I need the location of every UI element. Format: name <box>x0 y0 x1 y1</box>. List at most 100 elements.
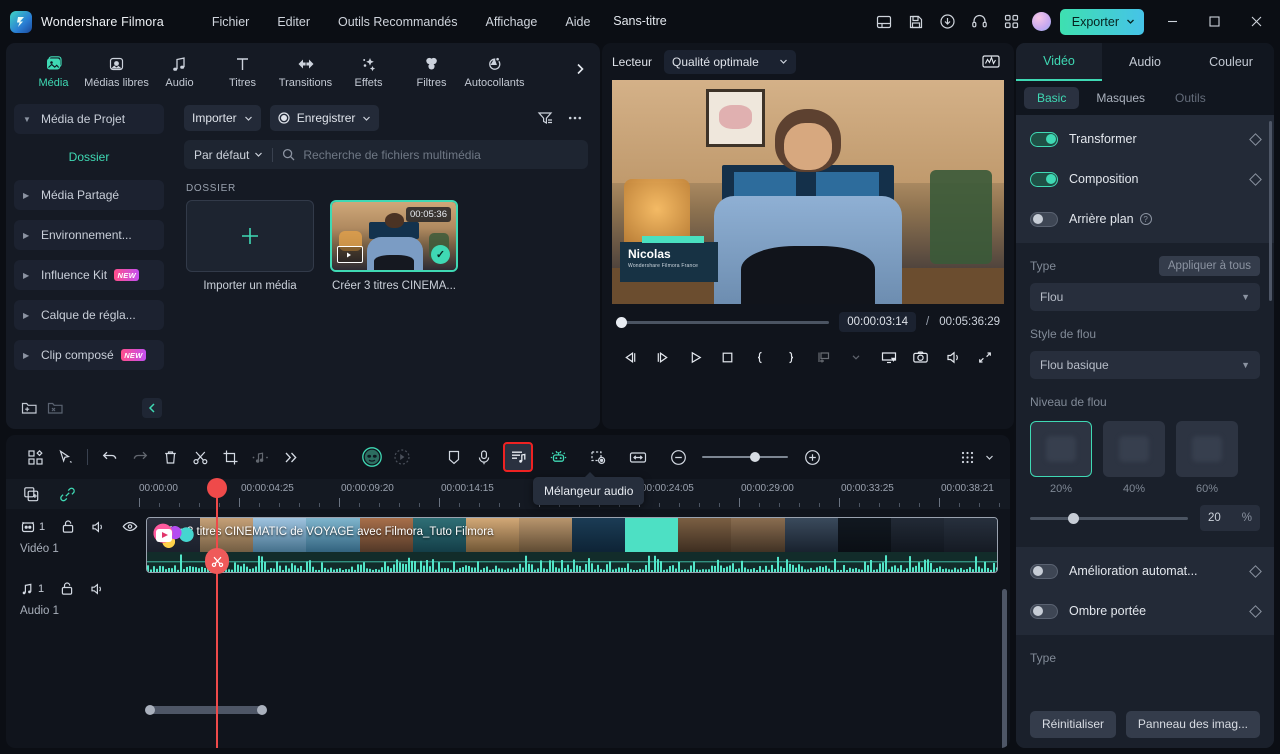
nav-more-chevron-right-icon[interactable] <box>570 59 590 79</box>
more-options-icon[interactable] <box>562 105 588 131</box>
undo-button[interactable] <box>95 442 125 472</box>
nav-tab-audio[interactable]: Audio <box>148 51 211 89</box>
timeline-ruler[interactable]: 00:00:00 00:00:04:25 00:00:09:20 00:00:1… <box>6 479 1010 509</box>
sidebar-item-clip-compose[interactable]: ▶ Clip composé NEW <box>14 340 164 370</box>
sidebar-item-influence-kit[interactable]: ▶ Influence Kit NEW <box>14 260 164 290</box>
selection-tool-button[interactable] <box>50 442 80 472</box>
filter-icon[interactable] <box>532 105 558 131</box>
keyframe-screenshot-button[interactable] <box>583 442 613 472</box>
sidebar-folder-dossier[interactable]: Dossier <box>14 144 164 170</box>
zoom-in-button[interactable] <box>797 442 827 472</box>
template-grid-button[interactable] <box>20 442 50 472</box>
timeline-horizontal-scrollbar[interactable] <box>145 705 267 715</box>
delete-folder-icon[interactable] <box>42 396 68 420</box>
save-icon[interactable] <box>901 7 931 37</box>
track-lock-icon[interactable] <box>60 581 74 596</box>
apply-to-all-button[interactable]: Appliquer à tous <box>1158 256 1260 276</box>
delete-button[interactable] <box>155 442 185 472</box>
crop-button[interactable] <box>215 442 245 472</box>
slider-handle[interactable] <box>1067 512 1079 524</box>
nav-tab-effets[interactable]: Effets <box>337 51 400 89</box>
keyframe-diamond-icon[interactable] <box>1249 604 1262 618</box>
keyframe-diamond-icon[interactable] <box>1249 132 1262 146</box>
mark-in-button[interactable] <box>745 343 774 371</box>
add-track-button[interactable] <box>20 483 42 505</box>
mark-out-button[interactable] <box>777 343 806 371</box>
tab-audio[interactable]: Audio <box>1102 43 1188 81</box>
preview-screen[interactable]: Nicolas Wondershare Filmora France <box>612 80 1004 304</box>
voiceover-button[interactable] <box>469 442 499 472</box>
media-card-thumb[interactable]: 00:05:36 ✓ <box>330 200 458 272</box>
user-avatar[interactable] <box>1031 12 1051 31</box>
menu-editer[interactable]: Editer <box>263 10 324 34</box>
auto-enhance-toggle[interactable] <box>1030 563 1058 579</box>
zoom-slider-handle[interactable] <box>750 451 760 462</box>
zoom-slider[interactable] <box>702 451 788 462</box>
ai-tools-button[interactable] <box>543 442 573 472</box>
stop-button[interactable] <box>713 343 742 371</box>
properties-scrollbar[interactable] <box>1269 121 1272 301</box>
nav-tab-autocollants[interactable]: Autocollants <box>463 51 526 89</box>
display-mode-button[interactable] <box>874 343 903 371</box>
maximize-button[interactable] <box>1194 0 1234 43</box>
search-input[interactable] <box>303 147 578 162</box>
apps-grid-icon[interactable] <box>997 7 1027 37</box>
tab-video[interactable]: Vidéo <box>1016 43 1102 81</box>
track-mute-icon[interactable] <box>90 582 105 596</box>
background-type-select[interactable]: Flou ▼ <box>1030 283 1260 311</box>
quality-select[interactable]: Qualité optimale <box>664 49 796 74</box>
playhead-handle[interactable] <box>207 478 227 498</box>
sidebar-item-media-partage[interactable]: ▶ Média Partagé <box>14 180 164 210</box>
new-folder-icon[interactable] <box>16 396 42 420</box>
layout-icon[interactable] <box>869 7 899 37</box>
ai-smart-button[interactable] <box>357 442 387 472</box>
nav-tab-titres[interactable]: Titres <box>211 51 274 89</box>
help-icon[interactable]: ? <box>1139 213 1152 225</box>
cloud-upload-icon[interactable] <box>933 7 963 37</box>
media-card-video[interactable]: 00:05:36 ✓ Créer 3 titres CINEMA... <box>330 200 458 292</box>
fullscreen-button[interactable] <box>971 343 1000 371</box>
blur-preset-20[interactable]: 20% <box>1030 421 1092 495</box>
zoom-out-button[interactable] <box>663 442 693 472</box>
record-button[interactable]: Enregistrer <box>269 105 380 131</box>
audio-detach-button[interactable] <box>245 442 275 472</box>
seek-slider[interactable] <box>616 316 830 328</box>
timeline-playhead[interactable] <box>205 478 229 748</box>
import-button[interactable]: Importer <box>184 105 261 131</box>
menu-fichier[interactable]: Fichier <box>198 10 264 34</box>
timeline-clip-video[interactable]: Créer 3 titres CINEMATIC de VOYAGE avec … <box>146 517 998 573</box>
support-headset-icon[interactable] <box>965 7 995 37</box>
scope-waveform-icon[interactable] <box>978 49 1004 75</box>
menu-affichage[interactable]: Affichage <box>471 10 551 34</box>
nav-tab-transitions[interactable]: Transitions <box>274 51 337 89</box>
nav-tab-medias-libres[interactable]: Médias libres <box>84 51 149 89</box>
sort-order-select[interactable]: Par défaut <box>194 148 263 162</box>
blur-style-select[interactable]: Flou basique ▼ <box>1030 351 1260 379</box>
audio-mixer-button[interactable] <box>503 442 533 472</box>
transformer-toggle[interactable] <box>1030 131 1058 147</box>
next-frame-button[interactable] <box>648 343 677 371</box>
keyframe-panel-button[interactable]: Panneau des imag... <box>1125 710 1260 738</box>
seek-handle[interactable] <box>616 316 627 328</box>
export-frame-dropdown[interactable] <box>842 343 871 371</box>
tab-couleur[interactable]: Couleur <box>1188 43 1274 81</box>
drop-shadow-toggle[interactable] <box>1030 603 1058 619</box>
close-button[interactable] <box>1236 0 1276 43</box>
subtab-outils[interactable]: Outils <box>1162 87 1219 109</box>
collapse-sidebar-button[interactable] <box>142 398 162 418</box>
play-button[interactable] <box>681 343 710 371</box>
sidebar-item-calque-de-reglage[interactable]: ▶ Calque de régla... <box>14 300 164 330</box>
color-match-button[interactable] <box>387 442 417 472</box>
sidebar-item-environnement[interactable]: ▶ Environnement... <box>14 220 164 250</box>
menu-aide[interactable]: Aide <box>551 10 604 34</box>
fit-timeline-button[interactable] <box>623 442 653 472</box>
track-lock-icon[interactable] <box>61 519 75 534</box>
nav-tab-filtres[interactable]: Filtres <box>400 51 463 89</box>
split-button[interactable] <box>185 442 215 472</box>
redo-button[interactable] <box>125 442 155 472</box>
minimize-button[interactable] <box>1152 0 1192 43</box>
blur-preset-40[interactable]: 40% <box>1103 421 1165 495</box>
link-tracks-button[interactable] <box>56 483 78 505</box>
blur-level-value-box[interactable]: 20 % <box>1200 505 1260 531</box>
export-frame-button[interactable] <box>810 343 839 371</box>
